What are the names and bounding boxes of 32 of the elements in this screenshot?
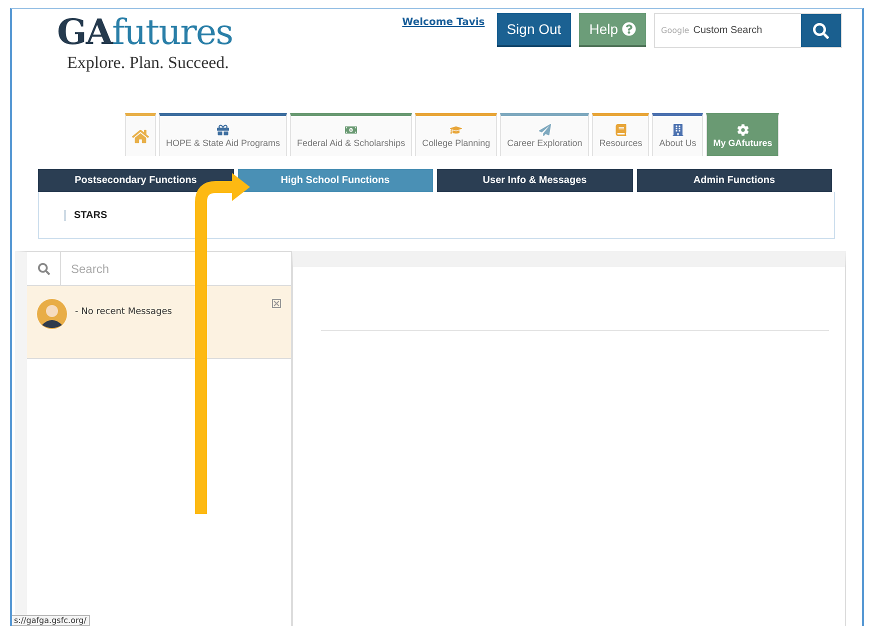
function-tab[interactable]: High School Functions (238, 169, 433, 192)
home-icon (132, 128, 149, 144)
nav-tab[interactable]: My GAfutures (706, 113, 780, 156)
function-tab[interactable]: User Info & Messages (437, 169, 632, 192)
nav-tab[interactable]: Federal Aid & Scholarships (290, 113, 412, 156)
submenu-link[interactable]: STARS (64, 210, 108, 220)
building-icon (672, 124, 684, 136)
function-tab[interactable]: Postsecondary Functions (38, 169, 234, 192)
tagline: Explore. Plan. Succeed. (66, 53, 230, 73)
nav-tab[interactable]: HOPE & State Aid Programs (159, 113, 288, 156)
gift-icon (217, 124, 230, 136)
avatar-icon (37, 299, 67, 329)
nav-tab[interactable]: Career Exploration (500, 113, 590, 156)
nav-tab[interactable]: About Us (652, 113, 704, 156)
welcome-link[interactable]: Welcome Tavis (402, 17, 485, 28)
logo: GAfutures (57, 13, 233, 53)
nav-tab[interactable]: Resources (592, 113, 650, 156)
book-icon (614, 124, 627, 136)
money-icon (345, 124, 358, 136)
plane-icon (538, 124, 551, 136)
cap-icon (450, 124, 462, 136)
nav-tab[interactable] (125, 113, 156, 156)
close-icon[interactable] (272, 299, 281, 308)
message-item[interactable]: - No recent Messages (27, 286, 291, 359)
status-url: s://gafga.gsfc.org/ (12, 615, 90, 626)
search-icon (38, 262, 50, 274)
nav-tab[interactable]: College Planning (415, 113, 498, 156)
help-button[interactable]: Help (579, 13, 646, 47)
help-icon (622, 22, 636, 36)
function-tab[interactable]: Admin Functions (636, 169, 832, 192)
sign-out-button[interactable]: Sign Out (496, 13, 572, 47)
gear-icon (736, 124, 749, 136)
